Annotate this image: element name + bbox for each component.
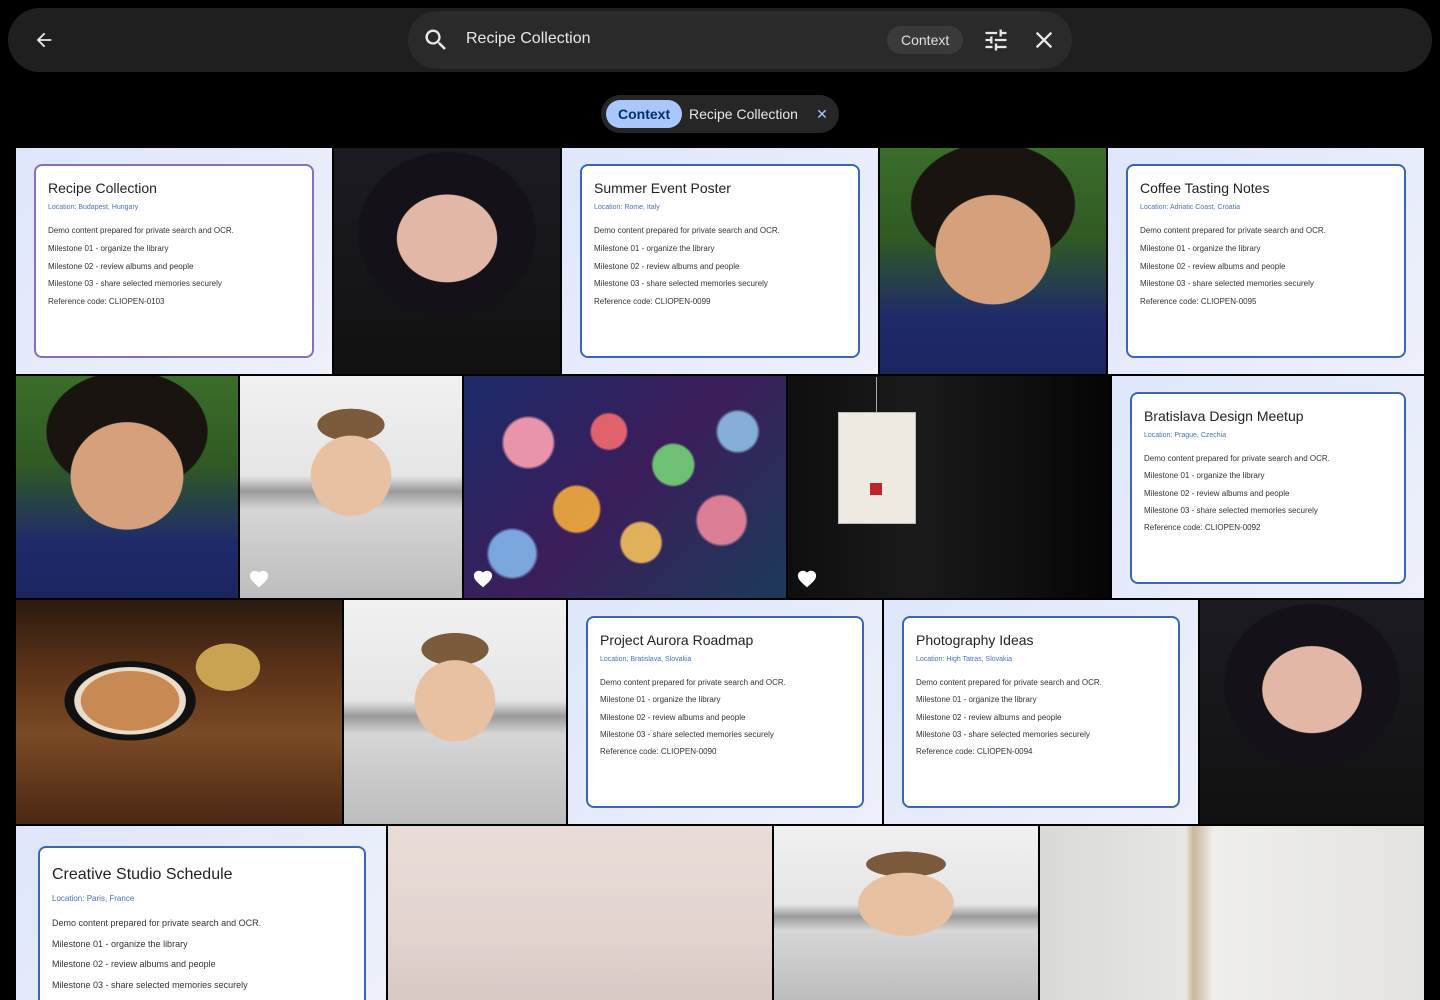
card-line: Milestone 03 - share selected memories s… (48, 279, 222, 288)
search-input[interactable]: Recipe Collection (466, 30, 591, 48)
photo-tile-coffee-cup[interactable] (16, 600, 342, 824)
card-line: Milestone 02 - review albums and people (594, 262, 740, 271)
photo-tile-bokeh-lights[interactable] (464, 376, 786, 598)
document-card: Project Aurora Roadmap Location: Bratisl… (586, 616, 864, 808)
photo-tile-portrait-woman[interactable] (1200, 600, 1424, 824)
card-line: Milestone 02 - review albums and people (1144, 489, 1290, 498)
card-ref: Reference code: CLIOPEN-0094 (916, 747, 1033, 756)
photo-tile-portrait-man[interactable] (880, 148, 1106, 374)
card-line: Demo content prepared for private search… (1144, 454, 1330, 463)
search-bar[interactable]: Recipe Collection Context (408, 11, 1072, 69)
card-title: Photography Ideas (916, 632, 1034, 648)
card-line: Milestone 01 - organize the library (52, 939, 188, 949)
card-ref: Reference code: CLIOPEN-0095 (1140, 297, 1257, 306)
card-title: Recipe Collection (48, 180, 157, 196)
document-card: Summer Event Poster Location: Rome, Ital… (580, 164, 860, 358)
photo-tile-pale-scene[interactable] (388, 826, 772, 1000)
card-line: Milestone 02 - review albums and people (916, 713, 1062, 722)
card-line: Milestone 03 - share selected memories s… (1144, 506, 1318, 515)
photo-tile-recipe-collection[interactable]: Recipe Collection Location: Budapest, Hu… (16, 148, 332, 374)
lantern-graphic (838, 377, 916, 524)
card-title: Bratislava Design Meetup (1144, 408, 1304, 424)
card-title: Summer Event Poster (594, 180, 731, 196)
card-location: Location: Adriatic Coast, Croatia (1140, 204, 1240, 211)
card-line: Milestone 01 - organize the library (48, 244, 169, 253)
card-line: Demo content prepared for private search… (594, 226, 780, 235)
card-location: Location: Rome, Italy (594, 204, 660, 211)
search-icon (425, 29, 446, 50)
heart-icon[interactable] (472, 568, 494, 588)
card-line: Milestone 02 - review albums and people (48, 262, 194, 271)
card-location: Location: Prague, Czechia (1144, 432, 1227, 439)
heart-icon[interactable] (796, 568, 818, 588)
card-ref: Reference code: CLIOPEN-0092 (1144, 523, 1261, 532)
card-line: Milestone 01 - organize the library (594, 244, 715, 253)
photo-tile-coffee-tasting-notes[interactable]: Coffee Tasting Notes Location: Adriatic … (1108, 148, 1424, 374)
card-line: Milestone 03 - share selected memories s… (1140, 279, 1314, 288)
photo-tile-portrait-young-man[interactable] (240, 376, 462, 598)
card-line: Demo content prepared for private search… (48, 226, 234, 235)
card-title: Project Aurora Roadmap (600, 632, 754, 648)
card-ref: Reference code: CLIOPEN-0090 (600, 747, 717, 756)
card-title: Coffee Tasting Notes (1140, 180, 1270, 196)
card-ref: Reference code: CLIOPEN-0103 (48, 297, 165, 306)
query-chip[interactable]: Recipe Collection (689, 100, 798, 128)
document-card: Photography Ideas Location: High Tatras,… (902, 616, 1180, 808)
card-line: Milestone 03 - share selected memories s… (600, 730, 774, 739)
card-line: Milestone 02 - review albums and people (52, 959, 216, 969)
card-line: Demo content prepared for private search… (600, 678, 786, 687)
document-card: Bratislava Design Meetup Location: Pragu… (1130, 392, 1406, 584)
photo-tile-portrait-woman[interactable] (334, 148, 560, 374)
card-line: Milestone 03 - share selected memories s… (52, 980, 248, 990)
card-line: Milestone 03 - share selected memories s… (916, 730, 1090, 739)
tune-icon[interactable] (982, 26, 1010, 54)
card-location: Location: High Tatras, Slovakia (916, 656, 1012, 663)
top-bar: Recipe Collection Context (8, 8, 1432, 72)
photo-tile-summer-event-poster[interactable]: Summer Event Poster Location: Rome, Ital… (562, 148, 878, 374)
card-line: Milestone 03 - share selected memories s… (594, 279, 768, 288)
photo-tile-staircase[interactable] (1040, 826, 1424, 1000)
card-ref: Reference code: CLIOPEN-0099 (594, 297, 711, 306)
photo-tile-project-aurora-roadmap[interactable]: Project Aurora Roadmap Location: Bratisl… (568, 600, 882, 824)
card-line: Demo content prepared for private search… (52, 918, 262, 928)
context-button[interactable]: Context (887, 26, 964, 54)
heart-icon[interactable] (248, 568, 270, 588)
document-card: Coffee Tasting Notes Location: Adriatic … (1126, 164, 1406, 358)
photo-tile-bratislava-design-meetup[interactable]: Bratislava Design Meetup Location: Pragu… (1112, 376, 1424, 598)
back-button[interactable] (26, 22, 62, 58)
card-location: Location: Paris, France (52, 894, 135, 903)
card-line: Milestone 01 - organize the library (916, 695, 1037, 704)
arrow-left-icon (36, 32, 52, 48)
close-icon[interactable] (1030, 26, 1058, 54)
card-line: Milestone 01 - organize the library (1144, 471, 1265, 480)
photo-tile-portrait-young-man[interactable] (344, 600, 566, 824)
card-line: Milestone 02 - review albums and people (1140, 262, 1286, 271)
card-line: Demo content prepared for private search… (1140, 226, 1326, 235)
card-location: Location: Bratislava, Slovakia (600, 656, 692, 663)
card-line: Milestone 02 - review albums and people (600, 713, 746, 722)
card-line: Milestone 01 - organize the library (600, 695, 721, 704)
photo-tile-portrait-man[interactable] (16, 376, 238, 598)
card-line: Milestone 01 - organize the library (1140, 244, 1261, 253)
photo-tile-creative-studio-schedule[interactable]: Creative Studio Schedule Location: Paris… (16, 826, 386, 1000)
card-title: Creative Studio Schedule (52, 866, 233, 883)
photo-tile-portrait-young-man-tilted[interactable] (774, 826, 1038, 1000)
photo-tile-photography-ideas[interactable]: Photography Ideas Location: High Tatras,… (884, 600, 1198, 824)
document-card: Creative Studio Schedule Location: Paris… (38, 846, 366, 1000)
context-chip[interactable]: Context (606, 100, 683, 128)
card-location: Location: Budapest, Hungary (48, 204, 139, 211)
document-card: Recipe Collection Location: Budapest, Hu… (34, 164, 314, 358)
active-filters: Context Recipe Collection ✕ (601, 95, 839, 133)
remove-filter-button[interactable]: ✕ (811, 103, 833, 125)
card-line: Demo content prepared for private search… (916, 678, 1102, 687)
photo-tile-paper-lantern[interactable] (788, 376, 1110, 598)
